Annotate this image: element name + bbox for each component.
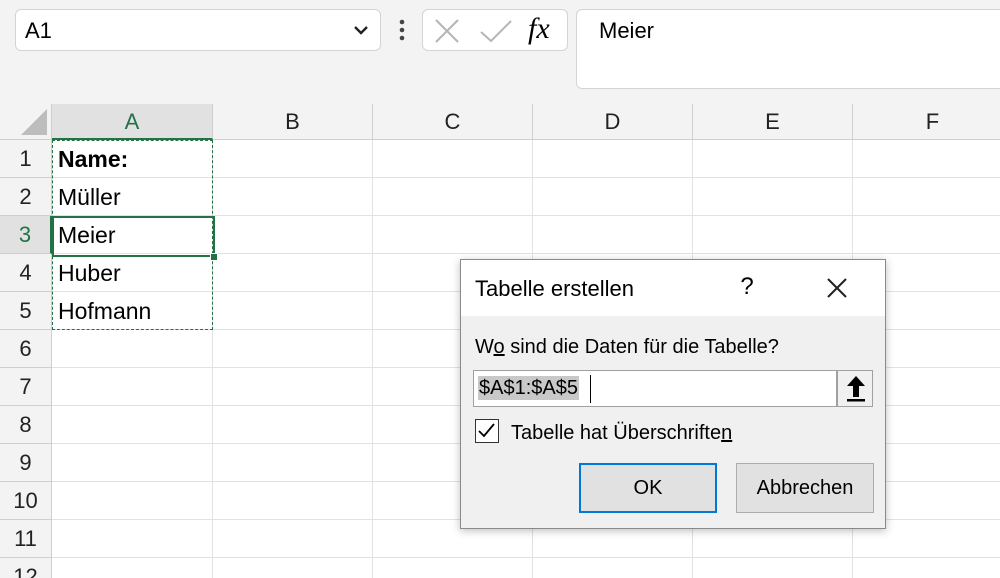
cell-a7[interactable] (52, 368, 213, 406)
cell-a10[interactable] (52, 482, 213, 520)
cell-a3[interactable]: Meier (52, 216, 213, 254)
cell-a2[interactable]: Müller (52, 178, 213, 216)
collapse-dialog-button[interactable] (837, 370, 873, 407)
row-header-8[interactable]: 8 (0, 406, 52, 444)
cell-b4[interactable] (213, 254, 373, 292)
cell-a6[interactable] (52, 330, 213, 368)
cell-a8[interactable] (52, 406, 213, 444)
cell-b11[interactable] (213, 520, 373, 558)
cell-b5[interactable] (213, 292, 373, 330)
range-value: $A$1:$A$5 (478, 376, 579, 400)
cancel-x-icon[interactable] (434, 18, 460, 44)
cell-a1[interactable]: Name: (52, 140, 213, 178)
cell-b2[interactable] (213, 178, 373, 216)
insert-function-icon[interactable]: fx (528, 12, 550, 46)
column-header-e[interactable]: E (693, 104, 853, 140)
formula-controls: fx (422, 9, 568, 51)
ok-button[interactable]: OK (579, 463, 717, 513)
cell-c2[interactable] (373, 178, 533, 216)
cell-b12[interactable] (213, 558, 373, 578)
question-accesskey: o (493, 336, 505, 358)
chevron-down-icon[interactable] (352, 23, 370, 37)
formula-input[interactable]: Meier (576, 9, 1000, 89)
cell-e2[interactable] (693, 178, 853, 216)
name-box[interactable]: A1 (15, 9, 381, 51)
cell-f2[interactable] (853, 178, 1000, 216)
cancel-button[interactable]: Abbrechen (736, 463, 874, 513)
cell-a12[interactable] (52, 558, 213, 578)
cell-b6[interactable] (213, 330, 373, 368)
checkbox-label-main: Tabelle hat Überschrifte (511, 422, 722, 444)
select-all-corner[interactable] (0, 104, 52, 140)
headers-checkbox-label[interactable]: Tabelle hat Überschriften (511, 422, 732, 445)
checkmark-icon (478, 423, 495, 438)
cell-b9[interactable] (213, 444, 373, 482)
cell-f12[interactable] (853, 558, 1000, 578)
row-header-2[interactable]: 2 (0, 178, 52, 216)
cell-c12[interactable] (373, 558, 533, 578)
row-header-12[interactable]: 12 (0, 558, 52, 578)
name-box-value: A1 (25, 18, 52, 43)
cell-d1[interactable] (533, 140, 693, 178)
cell-d12[interactable] (533, 558, 693, 578)
cell-b3[interactable] (213, 216, 373, 254)
cell-f1[interactable] (853, 140, 1000, 178)
arrow-up-icon (847, 376, 865, 402)
row-header-3[interactable]: 3 (0, 216, 52, 254)
checkbox-accesskey: n (721, 422, 733, 444)
cell-e1[interactable] (693, 140, 853, 178)
cell-d3[interactable] (533, 216, 693, 254)
row-header-11[interactable]: 11 (0, 520, 52, 558)
cell-b7[interactable] (213, 368, 373, 406)
column-header-d[interactable]: D (533, 104, 693, 140)
question-rest: sind die Daten für die Tabelle? (504, 336, 779, 358)
cell-e12[interactable] (693, 558, 853, 578)
row-header-7[interactable]: 7 (0, 368, 52, 406)
cell-c3[interactable] (373, 216, 533, 254)
dialog-title: Tabelle erstellen (475, 276, 634, 301)
cell-a5[interactable]: Hofmann (52, 292, 213, 330)
formula-value: Meier (599, 18, 655, 43)
column-header-c[interactable]: C (373, 104, 533, 140)
cell-b10[interactable] (213, 482, 373, 520)
cell-a4[interactable]: Huber (52, 254, 213, 292)
row-header-1[interactable]: 1 (0, 140, 52, 178)
cell-b1[interactable] (213, 140, 373, 178)
headers-checkbox[interactable] (475, 419, 499, 443)
cell-b8[interactable] (213, 406, 373, 444)
dialog-titlebar: Tabelle erstellen ? (461, 260, 885, 316)
column-header-a[interactable]: A (52, 104, 213, 140)
help-button[interactable]: ? (737, 273, 757, 301)
row-header-4[interactable]: 4 (0, 254, 52, 292)
row-header-6[interactable]: 6 (0, 330, 52, 368)
create-table-dialog: Tabelle erstellen ? Wo sind die Daten fü… (460, 259, 886, 529)
cell-a11[interactable] (52, 520, 213, 558)
row-header-10[interactable]: 10 (0, 482, 52, 520)
question-prefix: W (475, 336, 494, 358)
cell-f3[interactable] (853, 216, 1000, 254)
row-header-5[interactable]: 5 (0, 292, 52, 330)
range-input[interactable]: $A$1:$A$5 (473, 370, 837, 407)
row-header-9[interactable]: 9 (0, 444, 52, 482)
close-icon[interactable] (825, 276, 849, 300)
fill-handle[interactable] (210, 253, 218, 261)
text-caret (590, 375, 591, 403)
column-header-f[interactable]: F (853, 104, 1000, 140)
column-header-b[interactable]: B (213, 104, 373, 140)
cell-e3[interactable] (693, 216, 853, 254)
cell-a9[interactable] (52, 444, 213, 482)
cell-c1[interactable] (373, 140, 533, 178)
vertical-dots-icon[interactable] (395, 15, 409, 45)
enter-check-icon[interactable] (479, 18, 513, 44)
cell-d2[interactable] (533, 178, 693, 216)
range-question-label: Wo sind die Daten für die Tabelle? (475, 336, 779, 359)
